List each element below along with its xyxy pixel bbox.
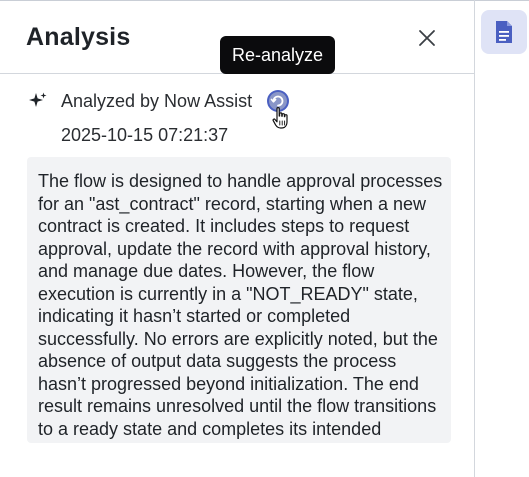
close-icon [419,30,435,46]
reanalyze-tooltip: Re-analyze [220,36,336,74]
analysis-timestamp: 2025-10-15 07:21:37 [61,125,229,145]
sparkle-icon [28,91,48,111]
panel-title: Analysis [26,23,131,51]
analysis-source-row: Analyzed by Now Assist [28,89,252,113]
close-button[interactable] [414,25,440,51]
analysis-source-label: Analyzed by Now Assist [61,90,253,111]
document-icon [496,21,512,43]
refresh-icon [267,90,289,112]
side-rail [475,1,529,477]
analysis-summary-text: The flow is designed to handle approval … [38,171,443,443]
rail-document-button[interactable] [481,10,527,54]
reanalyze-button[interactable] [266,89,290,113]
analysis-summary-box: The flow is designed to handle approval … [27,157,451,443]
